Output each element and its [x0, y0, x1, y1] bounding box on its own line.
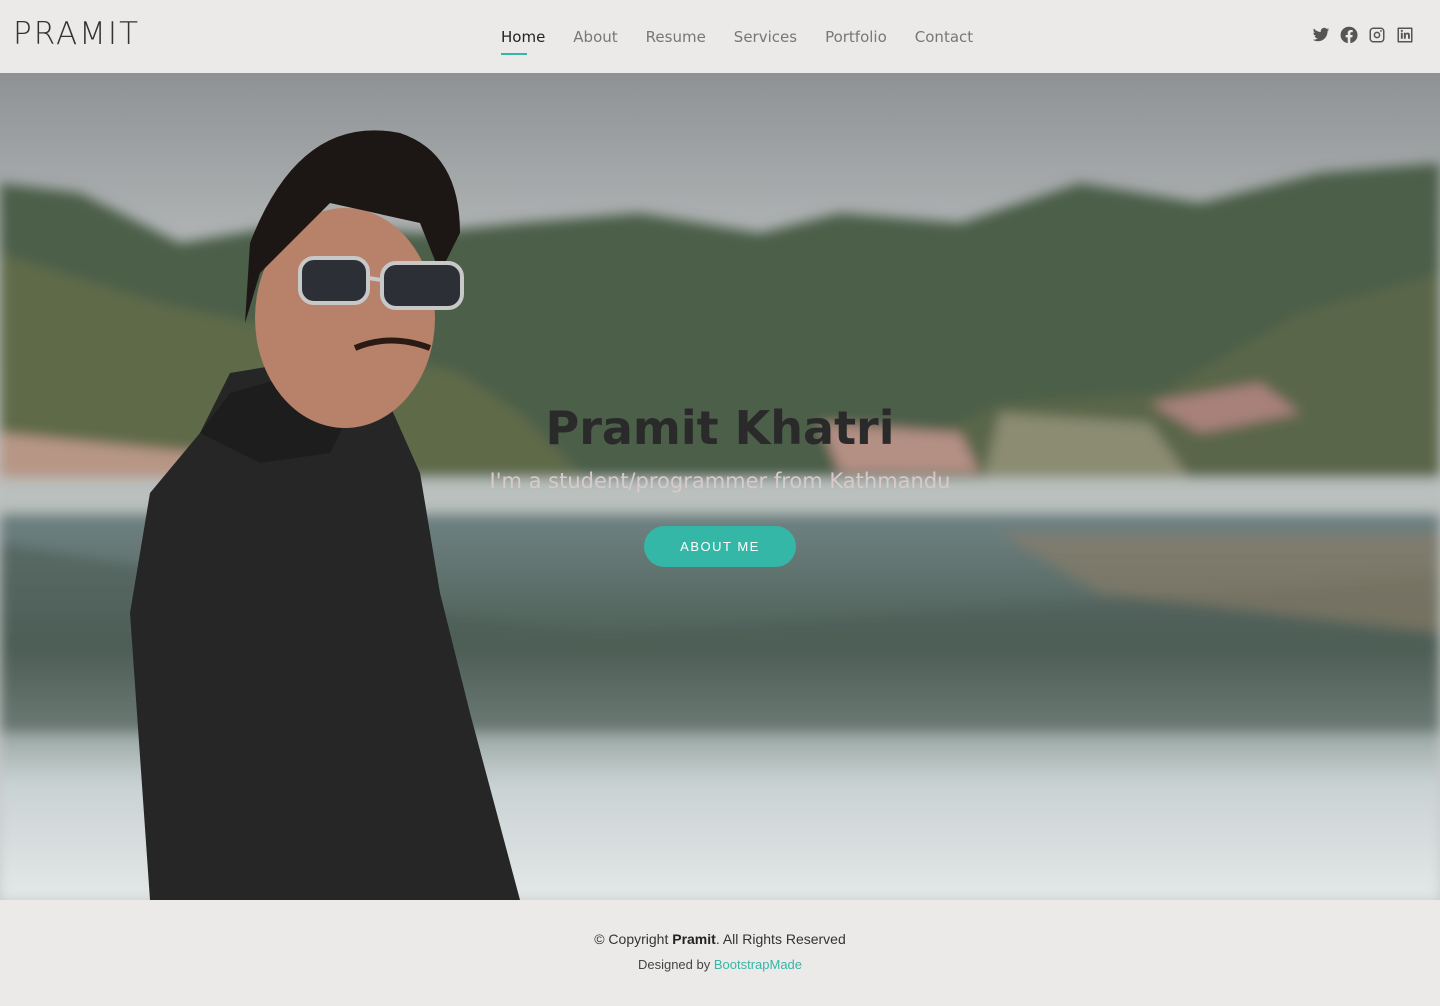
copyright-suffix: . All Rights Reserved — [715, 931, 846, 947]
hero-section: Pramit Khatri I'm a student/programmer f… — [0, 73, 1440, 900]
copyright-text: © Copyright Pramit. All Rights Reserved — [0, 931, 1440, 947]
site-logo[interactable]: PRAMIT — [13, 16, 140, 52]
about-me-button[interactable]: ABOUT ME — [644, 526, 796, 567]
copyright-name: Pramit — [672, 931, 716, 947]
site-header: PRAMIT Home About Resume Services Portfo… — [0, 0, 1440, 73]
twitter-icon[interactable] — [1312, 26, 1330, 44]
hero-title: Pramit Khatri — [545, 401, 895, 455]
instagram-icon[interactable] — [1368, 26, 1386, 44]
linkedin-icon[interactable] — [1396, 26, 1414, 44]
nav-item-home[interactable]: Home — [501, 24, 545, 55]
facebook-icon[interactable] — [1340, 26, 1358, 44]
social-links — [1312, 26, 1414, 44]
bootstrapmade-link[interactable]: BootstrapMade — [714, 957, 802, 972]
nav-item-services[interactable]: Services — [734, 24, 797, 50]
credits-text: Designed by BootstrapMade — [0, 957, 1440, 972]
main-nav: Home About Resume Services Portfolio Con… — [501, 0, 1001, 73]
designed-by-label: Designed by — [637, 957, 714, 972]
site-footer: © Copyright Pramit. All Rights Reserved … — [0, 900, 1440, 1006]
nav-item-about[interactable]: About — [573, 24, 617, 50]
hero-content: Pramit Khatri I'm a student/programmer f… — [0, 73, 1440, 900]
copyright-prefix: © Copyright — [594, 931, 673, 947]
hero-subtitle: I'm a student/programmer from Kathmandu — [489, 469, 951, 493]
nav-item-contact[interactable]: Contact — [915, 24, 973, 50]
nav-item-resume[interactable]: Resume — [646, 24, 706, 50]
nav-item-portfolio[interactable]: Portfolio — [825, 24, 887, 50]
